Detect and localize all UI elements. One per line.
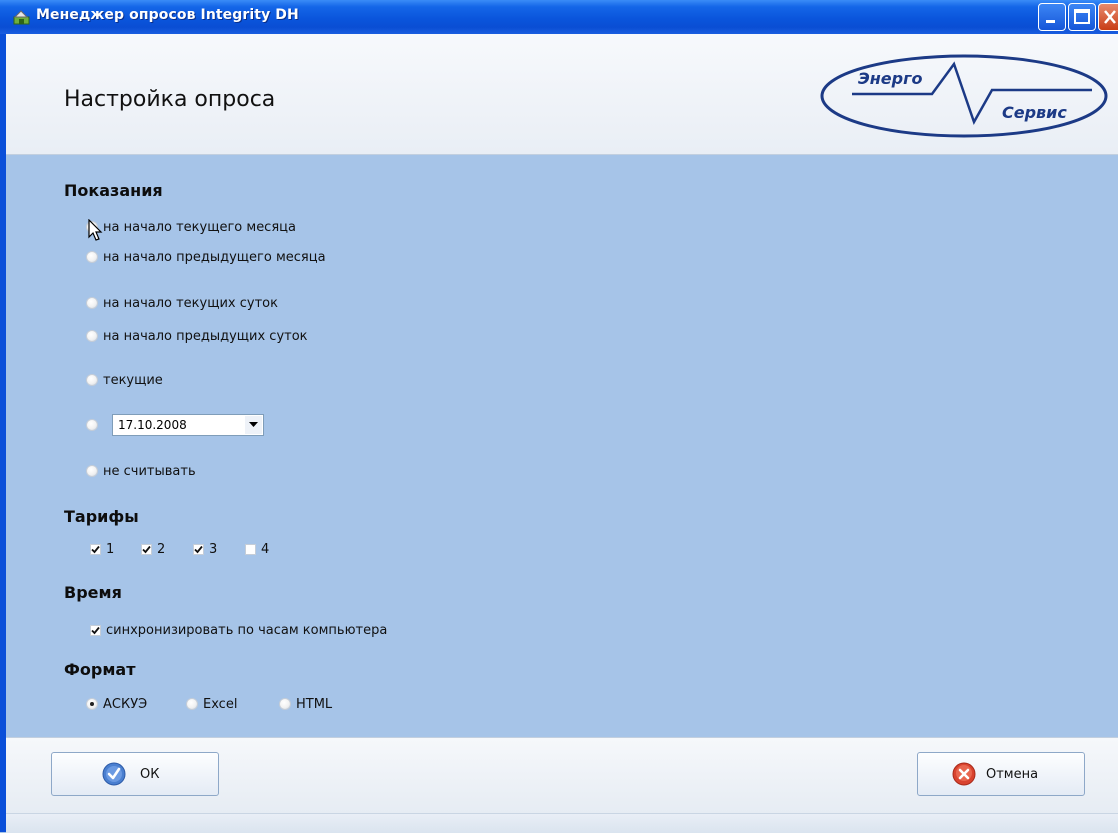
dropdown-button[interactable] — [245, 416, 262, 434]
app-icon — [13, 10, 30, 25]
option-label: HTML — [296, 696, 333, 712]
app-window: Менеджер опросов Integrity DH Настройка … — [0, 0, 1118, 833]
option-label: АСКУЭ — [103, 696, 148, 712]
reading-option-current-month[interactable]: на начало текущего месяца — [86, 218, 296, 236]
title-bar[interactable]: Менеджер опросов Integrity DH — [0, 0, 1118, 34]
format-option-html[interactable]: HTML — [279, 695, 332, 713]
checkbox[interactable] — [90, 543, 101, 555]
time-section-title: Время — [64, 583, 122, 602]
radio-button[interactable] — [86, 419, 98, 431]
cancel-label: Отмена — [986, 766, 1039, 782]
maximize-button[interactable] — [1068, 3, 1096, 31]
tariffs-section-title: Тарифы — [64, 507, 139, 526]
page-title: Настройка опроса — [64, 87, 276, 112]
reading-option-previous-month[interactable]: на начало предыдущего месяца — [86, 248, 326, 266]
dialog-footer: ОК Отмена — [6, 737, 1118, 814]
checkbox-label: синхронизировать по часам компьютера — [106, 622, 388, 638]
chevron-down-icon — [249, 422, 258, 427]
checkbox-label: 3 — [209, 541, 218, 557]
tariff-checkbox-1[interactable]: 1 — [90, 540, 114, 558]
option-label: на начало предыдущих суток — [103, 328, 308, 344]
close-button[interactable] — [1098, 3, 1118, 31]
option-label: на начало предыдущего месяца — [103, 249, 326, 265]
minimize-icon — [1046, 20, 1055, 23]
format-section-title: Формат — [64, 660, 136, 679]
ok-button[interactable]: ОК — [51, 752, 219, 796]
checkmark-icon — [142, 545, 151, 553]
format-option-askue[interactable]: АСКУЭ — [86, 695, 147, 713]
radio-button[interactable] — [86, 698, 98, 710]
cancel-button[interactable]: Отмена — [917, 752, 1085, 796]
tariff-checkbox-2[interactable]: 2 — [141, 540, 165, 558]
reading-option-current-day[interactable]: на начало текущих суток — [86, 294, 278, 312]
radio-button[interactable] — [86, 251, 98, 263]
date-picker[interactable]: 17.10.2008 — [112, 414, 264, 436]
option-label: на начало текущих суток — [103, 295, 278, 311]
checkbox-label: 1 — [106, 541, 115, 557]
readings-section-title: Показания — [64, 181, 163, 200]
radio-button[interactable] — [86, 330, 98, 342]
radio-button[interactable] — [86, 297, 98, 309]
reading-option-previous-day[interactable]: на начало предыдущих суток — [86, 327, 308, 345]
logo-top-text: Энерго — [858, 69, 922, 88]
radio-button[interactable] — [279, 698, 291, 710]
checkbox[interactable] — [245, 543, 256, 555]
minimize-button[interactable] — [1038, 3, 1066, 31]
tariff-checkbox-3[interactable]: 3 — [193, 540, 217, 558]
logo-bottom-text: Сервис — [1002, 103, 1067, 122]
mouse-cursor-icon — [88, 219, 103, 241]
checkmark-icon — [91, 626, 100, 634]
tariff-checkbox-4[interactable]: 4 — [245, 540, 269, 558]
option-label: не считывать — [103, 463, 196, 479]
ok-label: ОК — [140, 766, 160, 782]
checkbox[interactable] — [90, 624, 101, 636]
checkmark-icon — [194, 545, 203, 553]
radio-button[interactable] — [86, 465, 98, 477]
date-value: 17.10.2008 — [118, 418, 187, 432]
reading-option-current[interactable]: текущие — [86, 371, 163, 389]
radio-button[interactable] — [86, 374, 98, 386]
reading-option-skip[interactable]: не считывать — [86, 462, 196, 480]
window-title: Менеджер опросов Integrity DH — [36, 7, 299, 23]
checkmark-circle-icon — [102, 762, 126, 786]
checkbox-label: 2 — [157, 541, 166, 557]
settings-panel: Показания на начало текущего месяца на н… — [6, 155, 1118, 737]
cancel-circle-icon — [952, 762, 976, 786]
checkbox-label: 4 — [261, 541, 270, 557]
sync-time-checkbox[interactable]: синхронизировать по часам компьютера — [90, 621, 387, 639]
energoservis-logo: Энерго Сервис — [820, 54, 1108, 138]
option-label: текущие — [103, 372, 163, 388]
option-label: на начало текущего месяца — [103, 219, 296, 235]
option-label: Excel — [203, 696, 238, 712]
checkbox[interactable] — [141, 543, 152, 555]
status-bar — [6, 813, 1118, 833]
reading-option-date[interactable] — [86, 416, 103, 434]
close-icon — [1104, 10, 1116, 24]
maximize-icon — [1074, 9, 1090, 24]
dialog-header: Настройка опроса Энерго Сервис — [6, 34, 1118, 155]
checkmark-icon — [91, 545, 100, 553]
format-option-excel[interactable]: Excel — [186, 695, 237, 713]
radio-button[interactable] — [186, 698, 198, 710]
checkbox[interactable] — [193, 543, 204, 555]
